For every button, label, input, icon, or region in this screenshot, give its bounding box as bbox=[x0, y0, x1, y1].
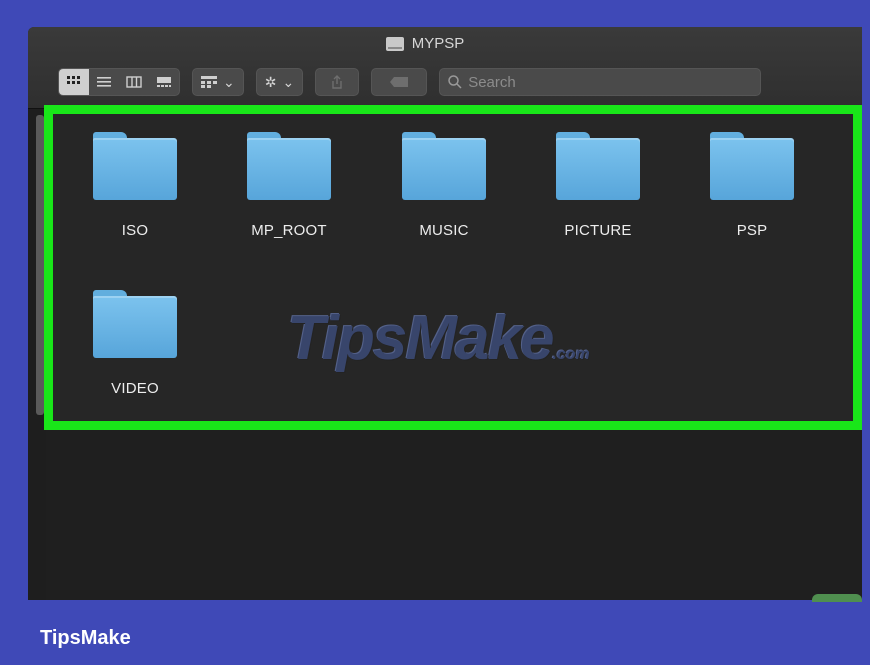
gallery-view-button[interactable] bbox=[149, 69, 179, 95]
corner-decoration bbox=[812, 594, 862, 602]
watermark-suffix: .com bbox=[552, 346, 590, 363]
search-input[interactable] bbox=[468, 73, 749, 91]
icon-view-button[interactable] bbox=[59, 69, 89, 95]
window-title: MYPSP bbox=[28, 35, 862, 52]
column-view-button[interactable] bbox=[119, 69, 149, 95]
folder-icon bbox=[556, 132, 640, 200]
folder-icon bbox=[93, 290, 177, 358]
icon-grid-icon bbox=[67, 76, 80, 84]
folder-item-video[interactable]: VIDEO bbox=[65, 290, 205, 397]
watermark-logo: TipsMake.com bbox=[287, 303, 590, 374]
toolbar: MYPSP ⌄ ✲ ⌄ Search bbox=[28, 27, 862, 109]
folder-icon bbox=[247, 132, 331, 200]
list-lines-icon bbox=[97, 77, 111, 87]
group-by-button[interactable]: ⌄ bbox=[192, 68, 244, 96]
folder-item-mp-root[interactable]: MP_ROOT bbox=[219, 132, 359, 239]
folder-icon bbox=[402, 132, 486, 200]
folder-item-iso[interactable]: ISO bbox=[65, 132, 205, 239]
action-menu-button[interactable]: ✲ ⌄ bbox=[255, 68, 304, 96]
folder-label: PSP bbox=[736, 222, 768, 239]
folder-label: MUSIC bbox=[419, 222, 469, 239]
folder-label: ISO bbox=[121, 222, 149, 239]
columns-icon bbox=[126, 76, 142, 88]
tags-button[interactable] bbox=[371, 68, 428, 96]
window-title-text: MYPSP bbox=[411, 35, 465, 52]
folder-item-picture[interactable]: PICTURE bbox=[528, 132, 668, 239]
chevron-down-icon: ⌄ bbox=[223, 73, 235, 90]
group-grid-icon bbox=[201, 76, 217, 88]
share-icon bbox=[332, 75, 342, 89]
tag-icon bbox=[390, 77, 409, 87]
search-field[interactable] bbox=[439, 68, 762, 96]
folder-item-psp[interactable]: PSP bbox=[682, 132, 822, 239]
sidebar-edge[interactable] bbox=[36, 115, 44, 415]
folder-item-music[interactable]: MUSIC bbox=[374, 132, 514, 239]
search-icon bbox=[448, 75, 462, 89]
view-switcher bbox=[58, 68, 180, 96]
selection-highlight: ISO MP_ROOT MUSIC PICTURE PSP VIDEO bbox=[44, 105, 862, 430]
watermark-text: TipsMake bbox=[287, 304, 554, 373]
folder-grid: ISO MP_ROOT MUSIC PICTURE PSP VIDEO bbox=[53, 114, 853, 421]
share-button[interactable] bbox=[315, 68, 360, 96]
gallery-icon bbox=[157, 77, 171, 87]
folder-label: PICTURE bbox=[564, 222, 632, 239]
gear-icon: ✲ bbox=[264, 73, 277, 90]
chevron-down-icon: ⌄ bbox=[282, 73, 295, 90]
folder-label: MP_ROOT bbox=[251, 222, 327, 239]
drive-icon bbox=[385, 36, 404, 51]
folder-icon bbox=[93, 132, 177, 200]
toolbar-controls: ⌄ ✲ ⌄ bbox=[58, 67, 762, 97]
list-view-button[interactable] bbox=[89, 69, 119, 95]
footer-brand: TipsMake bbox=[40, 627, 131, 649]
folder-icon bbox=[710, 132, 794, 200]
folder-label: VIDEO bbox=[111, 380, 159, 397]
